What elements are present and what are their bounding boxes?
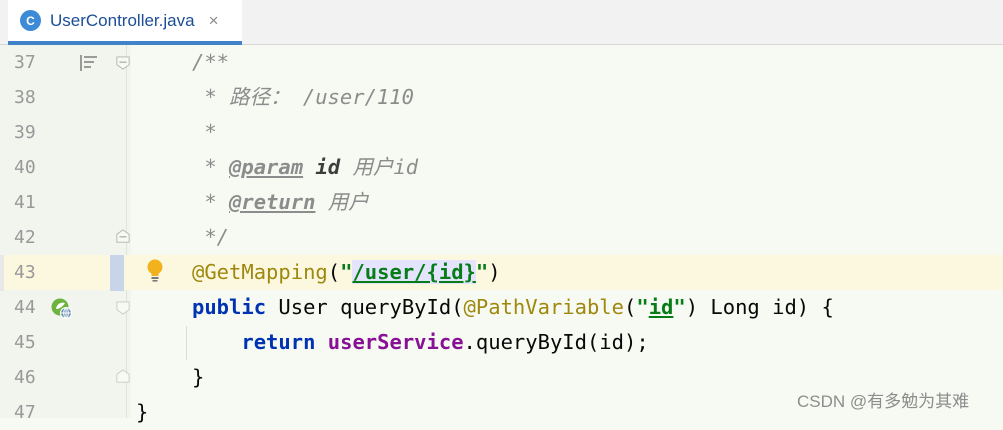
code-line-45[interactable]: 45 return userService.queryById(id); [0, 325, 1003, 360]
fold-icon[interactable] [116, 301, 130, 315]
code-text: } [136, 400, 149, 424]
code-line-39[interactable]: 39 * [0, 115, 1003, 150]
code-line-42[interactable]: 42 */ [0, 220, 1003, 255]
code-text: */ [192, 225, 230, 249]
fold-icon[interactable] [116, 56, 130, 70]
annotation: @PathVariable [463, 295, 624, 319]
javadoc-param-name: id [315, 155, 341, 179]
line-number: 45 [14, 332, 36, 353]
code-text: public User queryById(@PathVariable("id"… [192, 295, 834, 319]
caret-line-marker [0, 255, 4, 291]
code-text: } [192, 365, 205, 389]
line-number: 38 [14, 87, 36, 108]
code-line-44[interactable]: 44 public User queryById(@PathVariable("… [0, 290, 1003, 325]
code-text: @GetMapping("/user/{id}") [192, 260, 501, 284]
fold-icon[interactable] [116, 369, 130, 383]
code-line-38[interactable]: 38 * 路径： /user/110 [0, 80, 1003, 115]
code-text: * @return 用户 [192, 190, 369, 214]
editor-tab-bar: C UserController.java × [0, 0, 1003, 45]
current-line-gutter-marker [110, 255, 124, 291]
line-number: 46 [14, 367, 36, 388]
indent-guide [186, 326, 187, 360]
doc-comment-icon[interactable] [79, 54, 99, 72]
tab-title: UserController.java [50, 10, 195, 30]
code-line-40[interactable]: 40 * @param id 用户id [0, 150, 1003, 185]
line-number: 47 [14, 402, 36, 423]
class-icon: C [20, 10, 41, 31]
line-number: 37 [14, 52, 36, 73]
intention-bulb-icon[interactable] [145, 258, 165, 282]
line-number: 42 [14, 227, 36, 248]
javadoc-tag: @return [229, 190, 316, 214]
watermark: CSDN @有多勉为其难 [797, 392, 970, 411]
fold-icon[interactable] [116, 229, 130, 243]
close-icon[interactable]: × [209, 11, 219, 31]
code-line-37[interactable]: 37 /** [0, 45, 1003, 80]
line-number: 41 [14, 192, 36, 213]
code-text: * @param id 用户id [192, 155, 419, 179]
spring-web-endpoint-icon[interactable] [50, 297, 74, 321]
code-line-41[interactable]: 41 * @return 用户 [0, 185, 1003, 220]
line-number: 39 [14, 122, 36, 143]
code-text: * [192, 120, 217, 144]
mapping-path[interactable]: /user/{id} [352, 260, 476, 284]
field-reference: userService [327, 330, 464, 354]
javadoc-tag: @param [229, 155, 304, 179]
line-number: 40 [14, 157, 36, 178]
line-number: 43 [14, 262, 36, 283]
code-text: return userService.queryById(id); [241, 330, 649, 354]
annotation: @GetMapping [192, 260, 328, 284]
code-text: * 路径： /user/110 [192, 85, 414, 109]
tab-usercontroller[interactable]: C UserController.java × [8, 0, 242, 45]
line-number: 44 [14, 297, 36, 318]
code-text: /** [192, 50, 230, 74]
